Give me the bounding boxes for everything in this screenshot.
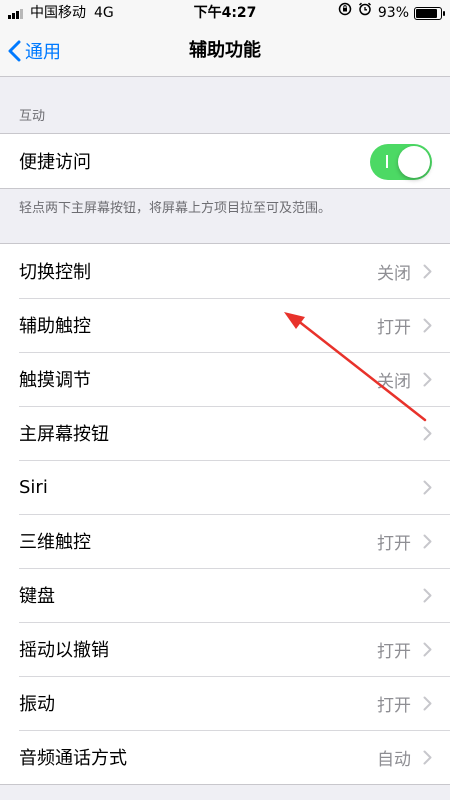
settings-row-value: 打开 — [377, 533, 411, 554]
settings-row[interactable]: 振动 打开 — [0, 676, 450, 730]
reachability-footer-note: 轻点两下主屏幕按钮，将屏幕上方项目拉至可及范围。 — [19, 201, 332, 216]
reachability-row: 便捷访问 — [0, 134, 450, 188]
settings-row-label: 键盘 — [19, 586, 55, 607]
settings-row-label: 辅助触控 — [19, 316, 91, 337]
status-right: 93% — [338, 0, 445, 26]
settings-row[interactable]: 三维触控 打开 — [0, 514, 450, 568]
battery-percent: 93% — [377, 5, 409, 21]
status-bar: 中国移动 4G 下午4:27 93% — [0, 0, 450, 26]
chevron-right-icon — [423, 696, 432, 711]
chevron-right-icon — [423, 642, 432, 657]
battery-icon — [414, 6, 445, 20]
settings-row-label: 切换控制 — [19, 262, 91, 283]
settings-row-value: 自动 — [377, 749, 411, 770]
accessibility-settings-list: 切换控制 关闭 辅助触控 打开 触摸调节 关闭 主屏幕按钮 Siri 三维触控 打开 键盘 摇动以撤销… — [0, 243, 450, 785]
toggle-knob — [398, 146, 430, 178]
rotation-lock-icon — [338, 0, 352, 26]
settings-row-value: 打开 — [377, 695, 411, 716]
chevron-right-icon — [423, 588, 432, 603]
toggle-on-indicator — [386, 155, 388, 168]
settings-row-label: 音频通话方式 — [19, 748, 127, 769]
chevron-right-icon — [423, 480, 432, 495]
settings-row-label: 振动 — [19, 694, 55, 715]
settings-row[interactable]: 摇动以撤销 打开 — [0, 622, 450, 676]
settings-row-value: 关闭 — [377, 371, 411, 392]
settings-row-label: 触摸调节 — [19, 370, 91, 391]
chevron-right-icon — [423, 750, 432, 765]
settings-row-value: 关闭 — [377, 263, 411, 284]
settings-row[interactable]: 辅助触控 打开 — [0, 298, 450, 352]
settings-row[interactable]: 切换控制 关闭 — [0, 244, 450, 298]
navigation-bar: 通用 辅助功能 — [0, 26, 450, 77]
chevron-right-icon — [423, 426, 432, 441]
reachability-toggle[interactable] — [370, 144, 432, 180]
chevron-right-icon — [423, 318, 432, 333]
reachability-group: 便捷访问 — [0, 133, 450, 189]
alarm-icon — [358, 0, 372, 26]
chevron-right-icon — [423, 372, 432, 387]
settings-row-label: 三维触控 — [19, 532, 91, 553]
settings-row[interactable]: 主屏幕按钮 — [0, 406, 450, 460]
settings-row[interactable]: Siri — [0, 460, 450, 514]
settings-row-value: 打开 — [377, 317, 411, 338]
settings-row[interactable]: 音频通话方式 自动 — [0, 730, 450, 784]
settings-row-value: 打开 — [377, 641, 411, 662]
section-header-interaction: 互动 — [19, 109, 46, 124]
settings-row-label: 主屏幕按钮 — [19, 424, 109, 445]
chevron-right-icon — [423, 264, 432, 279]
page-title: 辅助功能 — [189, 40, 261, 61]
settings-row-label: 摇动以撤销 — [19, 640, 109, 661]
chevron-right-icon — [423, 534, 432, 549]
settings-row[interactable]: 触摸调节 关闭 — [0, 352, 450, 406]
settings-row-label: Siri — [19, 476, 48, 498]
settings-row[interactable]: 键盘 — [0, 568, 450, 622]
